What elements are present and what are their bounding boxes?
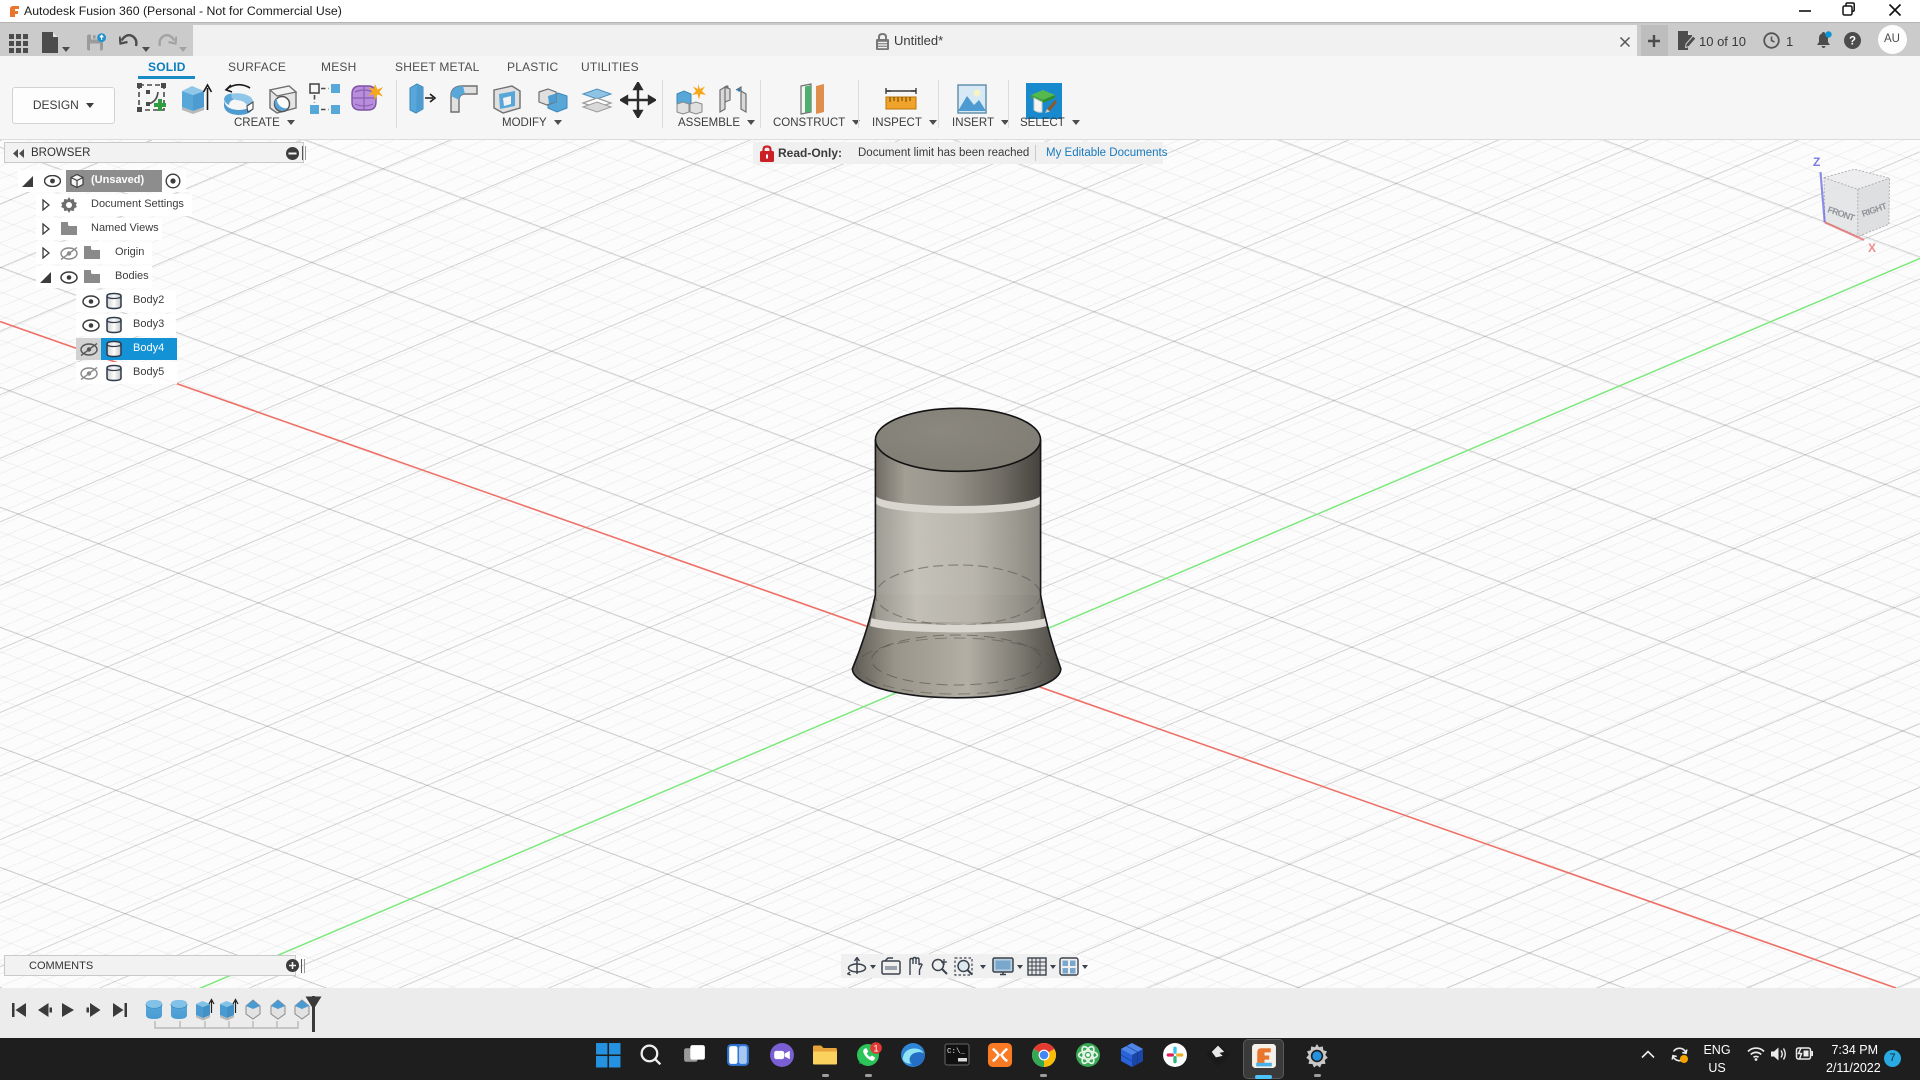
svg-text:C:\_: C:\_ xyxy=(947,1048,966,1056)
svg-text:1: 1 xyxy=(873,1043,878,1054)
svg-text:?: ? xyxy=(1849,36,1856,48)
svg-text:Z: Z xyxy=(1813,155,1820,169)
svg-text:X: X xyxy=(1868,241,1876,255)
